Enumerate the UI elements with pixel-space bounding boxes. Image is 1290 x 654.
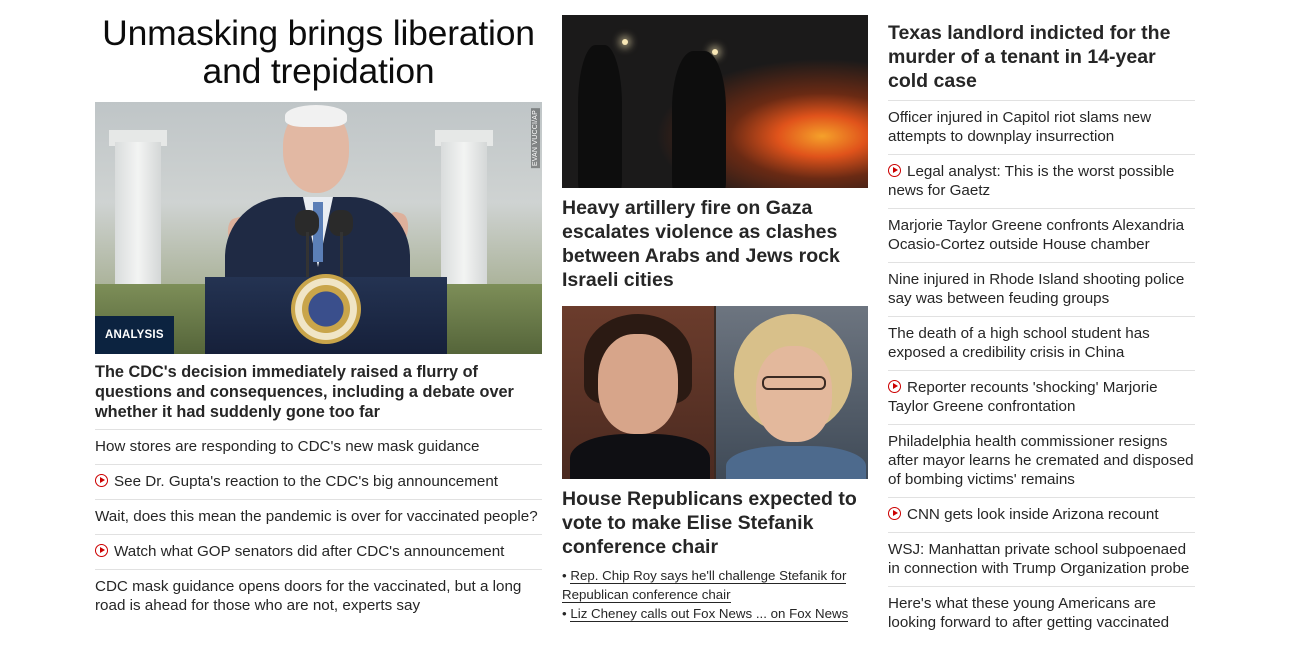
lead-story-title[interactable]: Unmasking brings liberation and trepidat… — [95, 14, 542, 90]
play-circle-icon — [888, 164, 901, 177]
decor — [562, 306, 714, 479]
play-circle-icon — [95, 544, 108, 557]
list-item[interactable]: CNN gets look inside Arizona recount — [888, 497, 1195, 532]
lead-story-image[interactable]: EVAN VUCCI/AP ANALYSIS — [95, 102, 542, 354]
headline-link[interactable]: Here's what these young Americans are lo… — [888, 595, 1169, 631]
lead-story-description[interactable]: The CDC's decision immediately raised a … — [95, 362, 542, 422]
stefanik-story-headline[interactable]: House Republicans expected to vote to ma… — [562, 487, 868, 559]
list-item[interactable]: See Dr. Gupta's reaction to the CDC's bi… — [95, 464, 542, 499]
analysis-badge: ANALYSIS — [95, 316, 174, 354]
list-item[interactable]: Nine injured in Rhode Island shooting po… — [888, 262, 1195, 316]
decor — [306, 232, 309, 280]
gaza-story-headline[interactable]: Heavy artillery fire on Gaza escalates v… — [562, 196, 868, 292]
related-link-text[interactable]: Rep. Chip Roy says he'll challenge Stefa… — [562, 568, 847, 603]
decor — [762, 376, 826, 390]
headline-link[interactable]: Philadelphia health commissioner resigns… — [888, 433, 1194, 488]
list-item[interactable]: Legal analyst: This is the worst possibl… — [888, 154, 1195, 208]
list-item[interactable]: Officer injured in Capitol riot slams ne… — [888, 100, 1195, 154]
play-circle-icon — [888, 380, 901, 393]
list-item[interactable]: Marjorie Taylor Greene confronts Alexand… — [888, 208, 1195, 262]
list-item[interactable]: WSJ: Manhattan private school subpoenaed… — [888, 532, 1195, 586]
decor — [285, 105, 347, 127]
list-item[interactable]: Here's what these young Americans are lo… — [888, 586, 1195, 640]
related-link[interactable]: • Rep. Chip Roy says he'll challenge Ste… — [562, 566, 868, 604]
list-item[interactable]: CDC mask guidance opens doors for the va… — [95, 569, 542, 623]
right-story-column: Texas landlord indicted for the murder o… — [888, 0, 1195, 640]
middle-story-column: Heavy artillery fire on Gaza escalates v… — [562, 0, 868, 623]
decor — [622, 39, 628, 45]
list-item[interactable]: Reporter recounts 'shocking' Marjorie Ta… — [888, 370, 1195, 424]
headline-link[interactable]: WSJ: Manhattan private school subpoenaed… — [888, 541, 1189, 577]
play-circle-icon — [888, 507, 901, 520]
headline-link[interactable]: Wait, does this mean the pandemic is ove… — [95, 508, 538, 525]
photo-credit: EVAN VUCCI/AP — [531, 108, 540, 169]
decor — [672, 51, 726, 188]
headline-link[interactable]: Marjorie Taylor Greene confronts Alexand… — [888, 217, 1184, 253]
headline-link[interactable]: Officer injured in Capitol riot slams ne… — [888, 109, 1151, 145]
list-item[interactable]: How stores are responding to CDC's new m… — [95, 429, 542, 464]
decor — [716, 306, 868, 479]
list-item[interactable]: Watch what GOP senators did after CDC's … — [95, 534, 542, 569]
texas-story-headline[interactable]: Texas landlord indicted for the murder o… — [888, 21, 1195, 93]
headline-link[interactable]: How stores are responding to CDC's new m… — [95, 438, 479, 455]
decor — [340, 232, 343, 280]
decor — [726, 446, 866, 479]
stefanik-story-image[interactable] — [562, 306, 868, 479]
headline-link[interactable]: See Dr. Gupta's reaction to the CDC's bi… — [114, 473, 498, 490]
presidential-seal — [291, 274, 361, 344]
decor — [712, 49, 718, 55]
headline-link[interactable]: Nine injured in Rhode Island shooting po… — [888, 271, 1184, 307]
decor — [570, 434, 710, 479]
lead-story-column: Unmasking brings liberation and trepidat… — [95, 0, 542, 623]
list-item[interactable]: Wait, does this mean the pandemic is ove… — [95, 499, 542, 534]
play-circle-icon — [95, 474, 108, 487]
headline-link[interactable]: Legal analyst: This is the worst possibl… — [888, 163, 1174, 199]
list-item[interactable]: Philadelphia health commissioner resigns… — [888, 424, 1195, 497]
related-link[interactable]: • Liz Cheney calls out Fox News ... on F… — [562, 604, 868, 623]
stefanik-related-links: • Rep. Chip Roy says he'll challenge Ste… — [562, 566, 868, 623]
decor — [598, 334, 678, 434]
list-item[interactable]: The death of a high school student has e… — [888, 316, 1195, 370]
decor — [756, 346, 832, 442]
headline-link[interactable]: The death of a high school student has e… — [888, 325, 1150, 361]
headline-link[interactable]: Reporter recounts 'shocking' Marjorie Ta… — [888, 379, 1158, 415]
headline-link[interactable]: CNN gets look inside Arizona recount — [907, 506, 1159, 523]
headline-list: Officer injured in Capitol riot slams ne… — [888, 100, 1195, 640]
headline-link[interactable]: CDC mask guidance opens doors for the va… — [95, 578, 521, 614]
gaza-story-image[interactable] — [562, 15, 868, 188]
related-link-text[interactable]: Liz Cheney calls out Fox News ... on Fox… — [570, 606, 849, 622]
headline-link[interactable]: Watch what GOP senators did after CDC's … — [114, 543, 504, 560]
lead-related-list: How stores are responding to CDC's new m… — [95, 429, 542, 623]
decor — [578, 45, 622, 188]
